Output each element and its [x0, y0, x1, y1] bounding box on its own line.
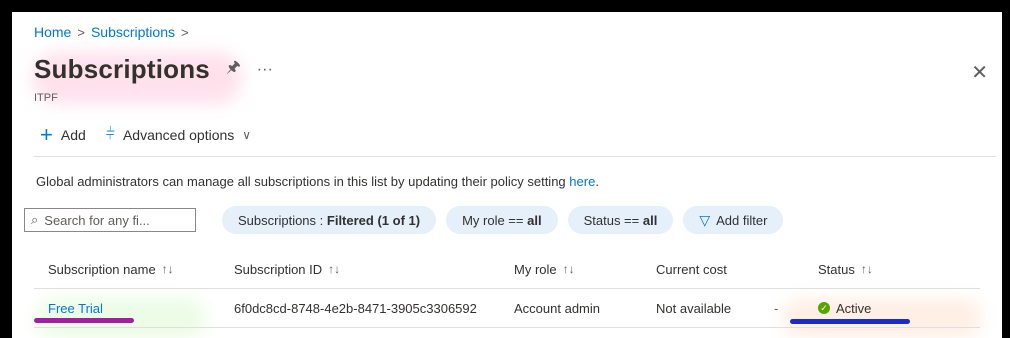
breadcrumb: Home > Subscriptions >	[34, 24, 189, 40]
top-frame-bar	[0, 0, 1010, 12]
breadcrumb-separator-icon: >	[181, 24, 189, 40]
add-filter-button[interactable]: ▽ Add filter	[683, 206, 784, 234]
subscriptions-table: Subscription name ↑↓ Subscription ID ↑↓ My…	[34, 250, 980, 328]
advanced-options-button[interactable]: ⫩ Advanced options ∨	[106, 126, 251, 144]
add-label: Add	[60, 127, 86, 143]
admin-notice: Global administrators can manage all sub…	[36, 174, 599, 189]
column-header-label: Subscription ID	[234, 261, 323, 277]
sliders-icon: ⫩	[105, 126, 115, 143]
status-text: Active	[836, 300, 872, 316]
subscriptions-filter-prefix: Subscriptions :	[238, 212, 324, 228]
toolbar: + Add ⫩ Advanced options ∨	[40, 122, 251, 147]
breadcrumb-subscriptions[interactable]: Subscriptions	[91, 24, 175, 40]
advanced-options-label: Advanced options	[122, 127, 235, 143]
plus-icon: +	[40, 122, 53, 147]
filter-bar: ⌕ Search for any fi... Subscriptions : F…	[24, 206, 784, 234]
left-frame-bar	[0, 0, 12, 338]
sort-icon: ↑↓	[161, 262, 174, 276]
notice-period: .	[595, 174, 599, 189]
search-icon: ⌕	[31, 212, 39, 227]
breadcrumb-separator-icon: >	[77, 24, 85, 40]
sort-icon: ↑↓	[562, 262, 575, 276]
status-filter-prefix: Status ==	[583, 212, 640, 228]
subscriptions-panel: Home > Subscriptions > Subscriptions 🖈 ·…	[12, 12, 1002, 338]
column-header-label: Status	[818, 261, 855, 277]
status-filter-pill[interactable]: Status == all	[567, 206, 674, 234]
close-icon[interactable]: ✕	[971, 60, 988, 85]
page-title: Subscriptions	[34, 54, 210, 84]
column-header-label: Current cost	[656, 261, 727, 277]
my-role: Account admin	[514, 300, 600, 316]
table-header-row: Subscription name ↑↓ Subscription ID ↑↓ My…	[34, 250, 980, 289]
toolbar-divider	[34, 156, 996, 157]
purple-underline-annotation	[34, 318, 134, 323]
column-header-role[interactable]: My role ↑↓	[514, 250, 575, 288]
notice-text: Global administrators can manage all sub…	[36, 174, 566, 189]
check-circle-icon: ✓	[818, 302, 830, 314]
column-header-id[interactable]: Subscription ID ↑↓	[234, 250, 340, 288]
chevron-down-icon: ∨	[242, 128, 252, 142]
sort-icon: ↑↓	[860, 262, 873, 276]
role-filter-pill[interactable]: My role == all	[446, 206, 558, 234]
right-frame-bar	[1002, 0, 1010, 338]
cost-dash: -	[774, 300, 779, 316]
search-placeholder: Search for any fi...	[44, 212, 150, 228]
add-filter-label: Add filter	[716, 212, 768, 228]
column-header-label: My role	[514, 261, 557, 277]
status-filter-value: all	[642, 212, 658, 228]
subscription-id: 6f0dc8cd-8748-4e2b-8471-3905c3306592	[234, 300, 477, 316]
column-header-label: Subscription name	[48, 261, 156, 277]
add-button[interactable]: + Add	[40, 122, 86, 147]
column-header-status[interactable]: Status ↑↓	[818, 250, 873, 288]
more-options-icon[interactable]: ···	[257, 61, 273, 79]
current-cost: Not available	[656, 300, 732, 316]
search-input[interactable]: ⌕ Search for any fi...	[24, 208, 196, 232]
blue-underline-annotation	[790, 319, 910, 324]
column-header-cost[interactable]: Current cost	[656, 250, 727, 288]
role-filter-value: all	[527, 212, 542, 228]
column-header-name[interactable]: Subscription name ↑↓	[48, 250, 174, 288]
pin-icon[interactable]: 🖈	[226, 56, 241, 83]
add-filter-icon: ▽	[699, 211, 711, 228]
role-filter-prefix: My role ==	[462, 212, 524, 228]
subscriptions-filter-value: Filtered (1 of 1)	[326, 212, 421, 228]
page-subtitle: ITPF	[34, 92, 58, 104]
sort-icon: ↑↓	[328, 262, 341, 276]
title-row: Subscriptions 🖈 ···	[34, 54, 273, 85]
subscriptions-filter-pill[interactable]: Subscriptions : Filtered (1 of 1)	[222, 206, 437, 234]
breadcrumb-home[interactable]: Home	[34, 24, 71, 40]
notice-here-link[interactable]: here	[569, 174, 595, 189]
